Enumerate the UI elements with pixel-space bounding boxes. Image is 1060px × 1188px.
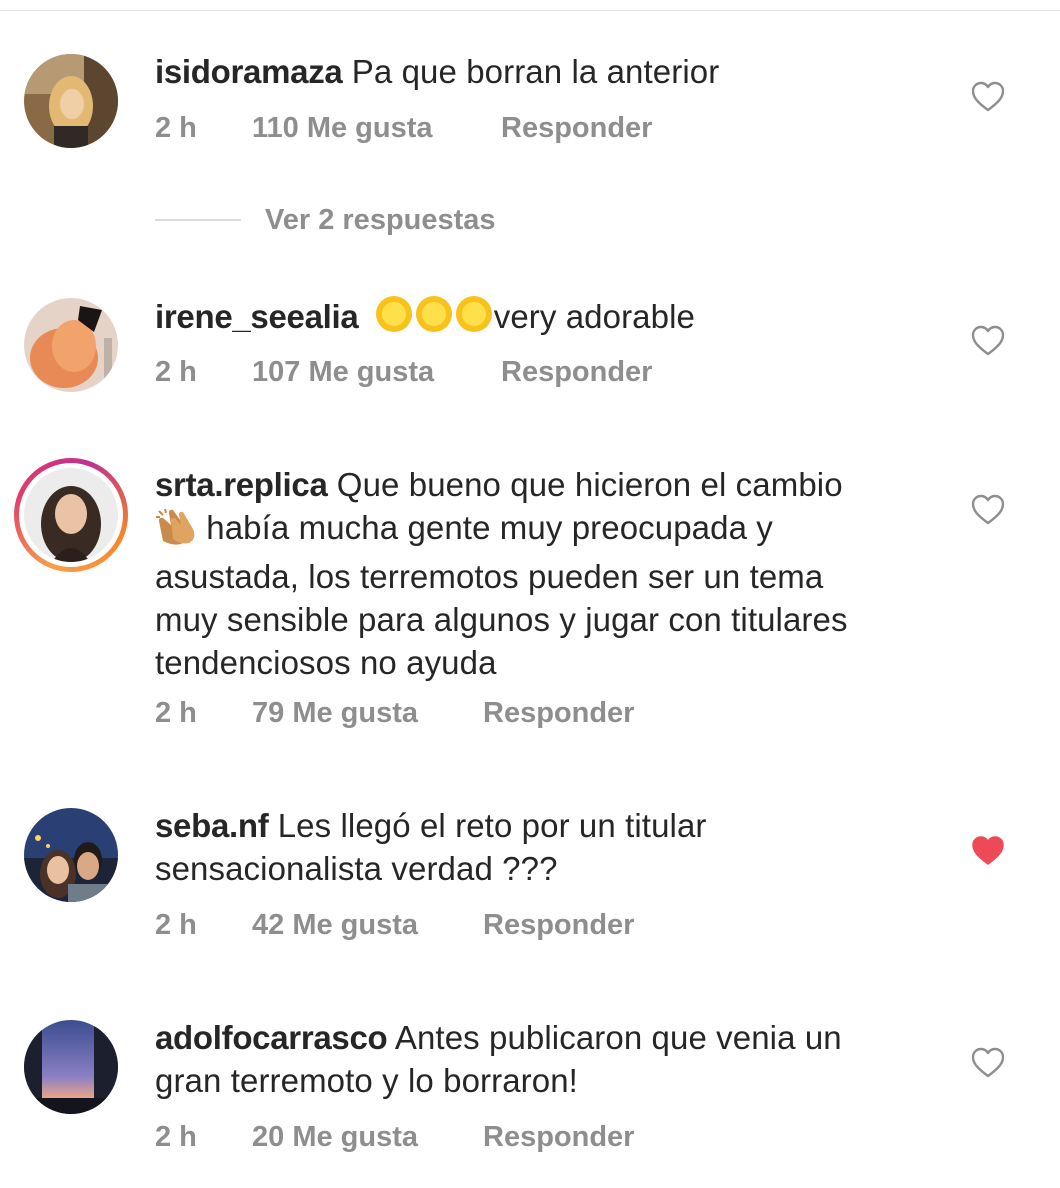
top-divider	[0, 10, 1060, 11]
comment-body: Antes publicaron que venia un	[394, 1019, 842, 1056]
heart-filled-icon[interactable]	[971, 835, 1005, 867]
avatar[interactable]	[24, 808, 118, 902]
comment-username[interactable]: irene_seealia	[155, 298, 359, 335]
comment-body: tendenciosos no ayuda	[155, 644, 497, 681]
reply-button[interactable]: Responder	[483, 1121, 634, 1154]
replies-divider	[155, 219, 241, 221]
comment-body: había mucha gente muy preocupada y	[206, 509, 773, 546]
comment-body: muy sensible para algunos y jugar con ti…	[155, 601, 848, 638]
comment-meta: 2 h 79 Me gusta Responder	[155, 697, 634, 730]
comment-body: asustada, los terremotos pueden ser un t…	[155, 558, 824, 595]
reply-button[interactable]: Responder	[483, 697, 634, 730]
comment-time[interactable]: 2 h	[155, 112, 252, 145]
story-ring[interactable]	[14, 458, 128, 572]
heart-outline-icon[interactable]	[971, 494, 1005, 526]
comment-likes[interactable]: 79 Me gusta	[252, 697, 483, 730]
comment-username[interactable]: seba.nf	[155, 807, 269, 844]
heart-outline-icon[interactable]	[971, 1047, 1005, 1079]
heart-outline-icon[interactable]	[971, 325, 1005, 357]
sun-emoji	[454, 294, 494, 344]
avatar[interactable]	[24, 1020, 118, 1114]
comment-username[interactable]: adolfocarrasco	[155, 1019, 388, 1056]
comment-text: seba.nf Les llegó el reto por un titular…	[155, 804, 935, 890]
comment-body: Pa que borran la anterior	[351, 53, 720, 90]
comment-body: Que bueno que hicieron el cambio	[336, 466, 843, 503]
avatar[interactable]	[24, 468, 118, 562]
reply-button[interactable]: Responder	[483, 909, 634, 942]
comment-text: isidoramaza Pa que borran la anterior	[155, 50, 935, 93]
comment-body: gran terremoto y lo borraron!	[155, 1062, 578, 1099]
comment-likes[interactable]: 42 Me gusta	[252, 909, 483, 942]
heart-outline-icon[interactable]	[971, 81, 1005, 113]
comment-meta: 2 h 42 Me gusta Responder	[155, 909, 634, 942]
comment-text: adolfocarrasco Antes publicaron que veni…	[155, 1016, 935, 1102]
clapping-hands-emoji	[155, 507, 197, 555]
avatar[interactable]	[24, 298, 118, 392]
comment-text: irene_seealia very adorable	[155, 294, 935, 344]
comment-meta: 2 h 107 Me gusta Responder	[155, 356, 652, 389]
comment-body: Les llegó el reto por un titular	[277, 807, 707, 844]
comment-text: srta.replica Que bueno que hicieron el c…	[155, 463, 935, 684]
sun-emoji	[414, 294, 454, 344]
comment-body: sensacionalista verdad ???	[155, 850, 558, 887]
avatar[interactable]	[24, 54, 118, 148]
view-replies[interactable]: Ver 2 respuestas	[155, 200, 496, 240]
comment-time[interactable]: 2 h	[155, 697, 252, 730]
comment-body: very adorable	[493, 298, 695, 335]
reply-button[interactable]: Responder	[501, 356, 652, 389]
comment-meta: 2 h 20 Me gusta Responder	[155, 1121, 634, 1154]
comment-time[interactable]: 2 h	[155, 356, 252, 389]
comment-likes[interactable]: 20 Me gusta	[252, 1121, 483, 1154]
comment-username[interactable]: srta.replica	[155, 466, 328, 503]
sun-emoji	[374, 294, 414, 344]
view-replies-label[interactable]: Ver 2 respuestas	[265, 204, 496, 237]
comment-time[interactable]: 2 h	[155, 1121, 252, 1154]
comment-username[interactable]: isidoramaza	[155, 53, 343, 90]
comment-likes[interactable]: 110 Me gusta	[252, 112, 501, 145]
comment-meta: 2 h 110 Me gusta Responder	[155, 112, 652, 145]
reply-button[interactable]: Responder	[501, 112, 652, 145]
comment-likes[interactable]: 107 Me gusta	[252, 356, 501, 389]
comment-time[interactable]: 2 h	[155, 909, 252, 942]
